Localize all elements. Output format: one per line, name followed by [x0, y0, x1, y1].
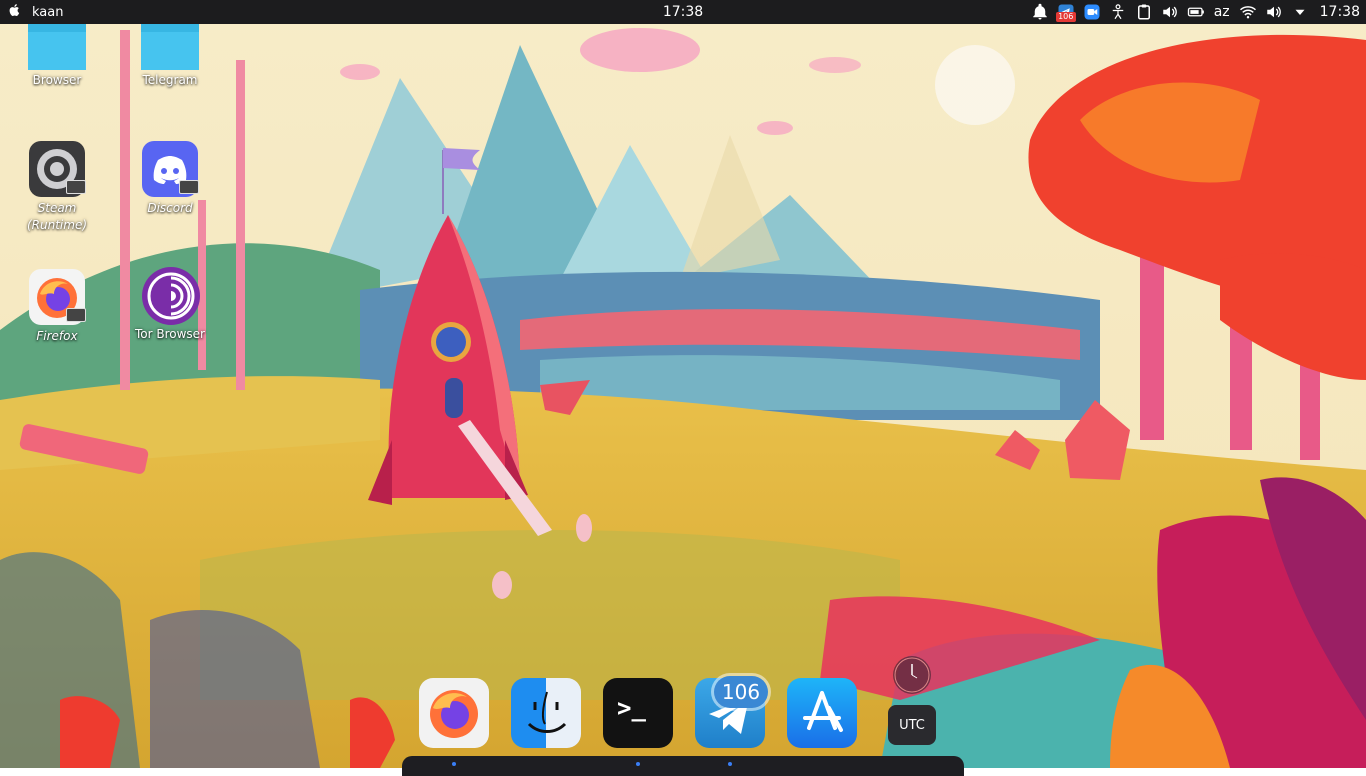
wifi-icon[interactable]: [1238, 2, 1258, 22]
analog-clock-icon: [893, 656, 931, 694]
dock-bar: [402, 756, 964, 776]
symlink-badge-icon: [66, 308, 86, 322]
folder-icon: [28, 22, 86, 70]
accessibility-icon[interactable]: [1108, 2, 1128, 22]
bell-icon[interactable]: [1030, 2, 1050, 22]
desktop-icon-label: Firefox: [36, 329, 78, 343]
desktop-icon-steam[interactable]: Steam (Runtime): [15, 140, 99, 234]
dock-clock-widget[interactable]: UTC: [888, 705, 936, 745]
terminal-icon: >_: [617, 694, 646, 722]
desktop-icon-discord[interactable]: Discord: [128, 140, 212, 217]
top-panel: kaan 17:38 106 az 17:38: [0, 0, 1366, 24]
battery-icon[interactable]: [1186, 2, 1206, 22]
zoom-icon[interactable]: [1082, 2, 1102, 22]
desktop-icon-label: Browser: [32, 73, 82, 87]
finder-icon: [527, 691, 567, 733]
running-indicator: [636, 762, 640, 766]
keyboard-layout-indicator[interactable]: az: [1212, 4, 1232, 20]
desktop-icon-label: Tor Browser: [134, 327, 205, 341]
desktop-icon-label: Steam (Runtime): [26, 201, 88, 232]
volume-icon[interactable]: [1160, 2, 1180, 22]
user-name[interactable]: kaan: [32, 5, 63, 20]
running-indicator: [728, 762, 732, 766]
desktop-icon-telegram-folder[interactable]: Telegram: [128, 22, 212, 89]
symlink-badge-icon: [66, 180, 86, 194]
desktop-icon-tor-browser[interactable]: Tor Browser: [128, 266, 212, 343]
volume-icon-2[interactable]: [1264, 2, 1284, 22]
firefox-icon: [28, 268, 86, 326]
app-store-icon: [803, 691, 843, 732]
apple-menu-icon[interactable]: [8, 3, 22, 21]
dock-app-terminal[interactable]: >_: [603, 678, 673, 748]
telegram-tray-count: 106: [1055, 12, 1076, 22]
discord-icon: [141, 140, 199, 198]
running-indicator: [452, 762, 456, 766]
firefox-icon: [430, 690, 478, 738]
tray-clock[interactable]: 17:38: [1320, 4, 1360, 20]
dock-app-app-store[interactable]: [787, 678, 857, 748]
symlink-badge-icon: [179, 180, 199, 194]
tor-icon: [141, 266, 200, 325]
folder-icon: [141, 22, 199, 70]
desktop-icon-firefox[interactable]: Firefox: [15, 268, 99, 345]
desktop-wallpaper: [0, 0, 1366, 768]
desktop-icon-label: Telegram: [142, 73, 198, 87]
desktop-icon-browser[interactable]: Browser: [15, 22, 99, 89]
telegram-tray-icon[interactable]: 106: [1055, 2, 1076, 22]
dock-app-firefox[interactable]: [419, 678, 489, 748]
clipboard-icon[interactable]: [1134, 2, 1154, 22]
telegram-unread-badge: 106: [714, 676, 768, 708]
desktop-icon-label: Discord: [147, 201, 193, 215]
dock-app-finder[interactable]: [511, 678, 581, 748]
dropdown-arrow-icon[interactable]: [1290, 2, 1310, 22]
steam-icon: [28, 140, 86, 198]
